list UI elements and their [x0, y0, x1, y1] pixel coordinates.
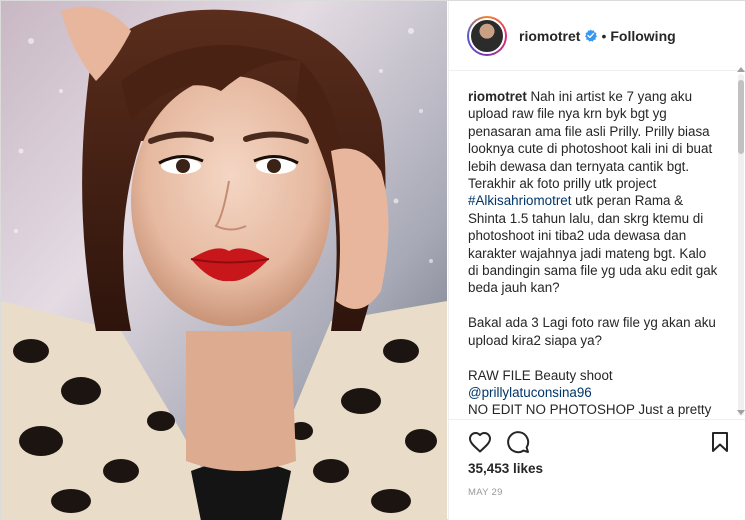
scroll-up-arrow[interactable] — [737, 67, 745, 72]
scroll-down-arrow[interactable] — [737, 410, 745, 415]
verified-badge-icon — [585, 29, 598, 42]
post-actions: 35,453 likes MAY 29 — [449, 419, 745, 520]
like-button[interactable] — [467, 429, 493, 455]
likes-count[interactable]: 35,453 likes — [468, 461, 543, 476]
comments-area[interactable]: riomotret Nah ini artist ke 7 yang aku u… — [449, 72, 745, 418]
header-separator: • — [601, 27, 607, 44]
avatar[interactable] — [469, 17, 505, 54]
caption-mention[interactable]: @prillylatuconsina96 — [468, 385, 592, 400]
comment-button[interactable] — [505, 429, 531, 455]
portrait-illustration — [1, 1, 447, 520]
caption-text-1: Nah ini artist ke 7 yang aku upload raw … — [468, 89, 713, 192]
following-button[interactable]: Following — [610, 28, 675, 44]
comments-scrollbar[interactable] — [738, 74, 744, 416]
comment-icon — [507, 431, 530, 454]
avatar-story-ring[interactable] — [467, 15, 507, 56]
caption-hashtag[interactable]: #Alkisahriomotret — [468, 193, 571, 208]
action-icons — [467, 429, 531, 455]
post-side-panel: riomotret • Following riomotret Nah ini … — [448, 1, 745, 520]
caption-text-2: utk peran Rama & Shinta 1.5 tahun lalu, … — [468, 193, 718, 383]
save-button[interactable] — [707, 429, 733, 455]
scrollbar-thumb[interactable] — [738, 80, 744, 154]
caption-text-3: NO EDIT NO PHOTOSHOP Just a pretty model… — [468, 402, 712, 418]
post-header: riomotret • Following — [449, 1, 745, 71]
post-date[interactable]: MAY 29 — [468, 487, 503, 498]
heart-icon — [469, 432, 491, 453]
bookmark-icon — [712, 432, 728, 452]
caption-username[interactable]: riomotret — [468, 89, 527, 104]
post-photo[interactable] — [1, 1, 447, 520]
instagram-post: riomotret • Following riomotret Nah ini … — [0, 0, 745, 520]
header-username[interactable]: riomotret — [519, 28, 580, 44]
caption: riomotret Nah ini artist ke 7 yang aku u… — [468, 88, 719, 418]
